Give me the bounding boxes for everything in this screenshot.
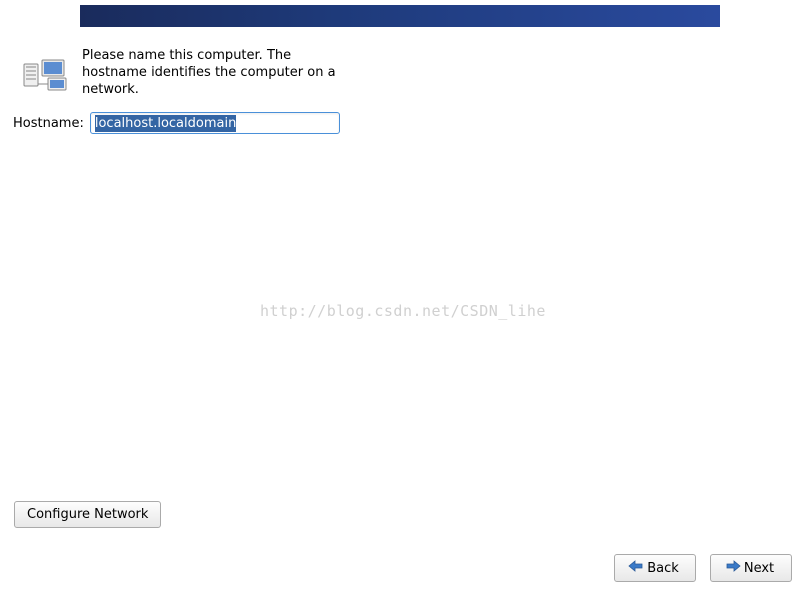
next-button-label: Next — [744, 561, 774, 576]
arrow-left-icon — [627, 559, 645, 577]
configure-network-button[interactable]: Configure Network — [14, 501, 161, 528]
back-button[interactable]: Back — [614, 554, 696, 582]
back-button-label: Back — [647, 561, 679, 576]
next-button[interactable]: Next — [710, 554, 792, 582]
navigation-buttons: Back Next — [614, 554, 792, 582]
computer-network-icon — [22, 48, 70, 100]
hostname-label: Hostname: — [13, 116, 84, 131]
description-text: Please name this computer. The hostname … — [82, 48, 342, 99]
hostname-row: Hostname: localhost.localdomain — [13, 112, 340, 134]
hostname-input-value: localhost.localdomain — [95, 115, 236, 132]
hostname-input[interactable]: localhost.localdomain — [90, 112, 340, 134]
header-banner — [80, 5, 720, 27]
watermark-text: http://blog.csdn.net/CSDN_lihe — [260, 302, 546, 320]
description-row: Please name this computer. The hostname … — [22, 48, 342, 100]
arrow-right-icon — [724, 559, 742, 577]
